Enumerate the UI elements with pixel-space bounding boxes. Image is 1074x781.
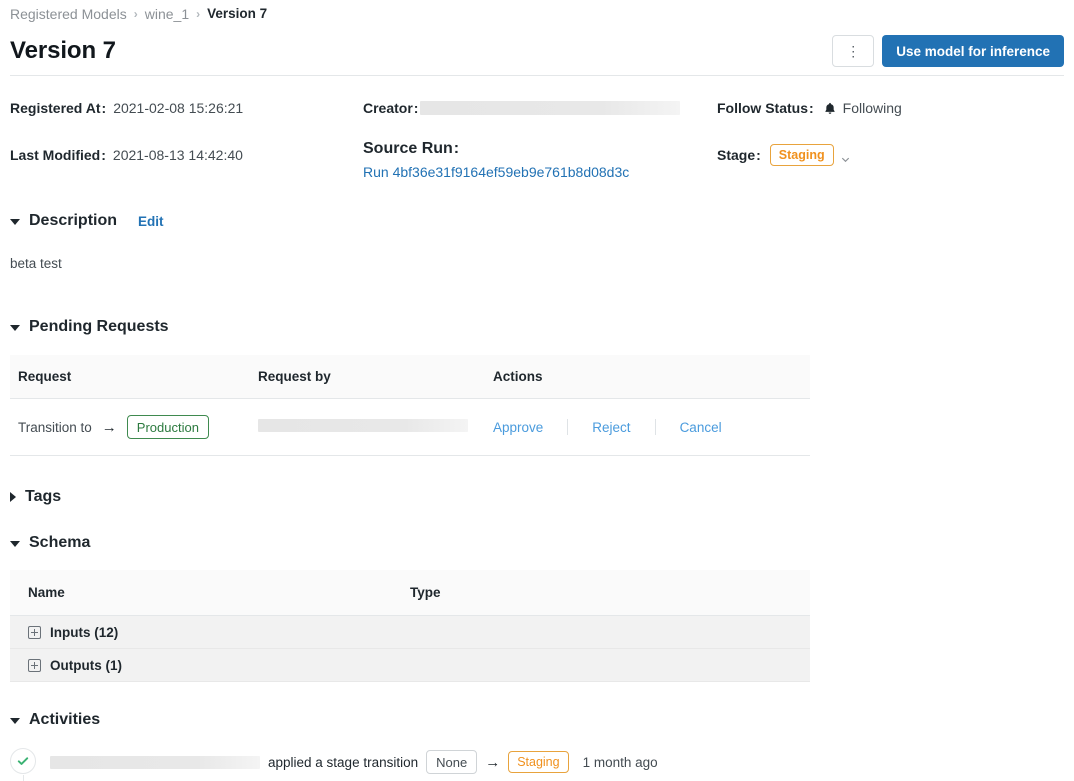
stage-field: Stage: Staging [717, 144, 1017, 166]
source-run-field: Source Run: Run 4bf36e31f9164ef59eb9e761… [363, 140, 717, 180]
column-header-request: Request [18, 369, 72, 384]
pending-requests-table: Request Request by Actions Transition to… [10, 355, 810, 456]
plus-box-icon[interactable] [28, 625, 41, 639]
schema-row-outputs[interactable]: Outputs (1) [10, 649, 810, 682]
section-title-tags: Tags [25, 488, 62, 505]
creator-value-redacted [420, 101, 681, 115]
activity-description: applied a stage transition None → Stagin… [50, 750, 658, 774]
approve-link[interactable]: Approve [493, 420, 543, 435]
cell-actions: Approve Reject Cancel [493, 419, 810, 435]
schema-row-inputs[interactable]: Inputs (12) [10, 616, 810, 649]
caret-down-icon[interactable] [10, 541, 20, 547]
stage-label: Stage: [717, 147, 761, 163]
activity-from-stage-badge: None [426, 750, 478, 774]
metadata-column-status: Follow Status: Following Stage: Staging [717, 98, 1017, 180]
last-modified-label: Last Modified: [10, 147, 106, 163]
activity-actor-redacted [50, 755, 260, 769]
edit-description-link[interactable]: Edit [138, 214, 164, 229]
header-divider [10, 75, 1064, 76]
registered-at-field: Registered At: 2021-02-08 15:26:21 [10, 98, 363, 118]
follow-status-value[interactable]: Following [823, 98, 902, 118]
breadcrumb-separator-icon: › [133, 7, 138, 21]
target-stage-badge-production: Production [126, 415, 209, 439]
check-circle-icon [10, 748, 36, 774]
source-run-link[interactable]: Run 4bf36e31f9164ef59eb9e761b8d08d3c [363, 164, 717, 180]
title-actions: ⋮ Use model for inference [832, 35, 1064, 67]
metadata-column-dates: Registered At: 2021-02-08 15:26:21 Last … [10, 98, 363, 180]
activity-to-stage-badge: Staging [508, 751, 569, 773]
column-header-name: Name [28, 585, 65, 600]
section-title-activities: Activities [29, 711, 101, 728]
caret-down-icon[interactable] [10, 325, 20, 331]
use-model-for-inference-button[interactable]: Use model for inference [882, 35, 1064, 67]
breadcrumb-item-wine-1[interactable]: wine_1 [145, 5, 189, 23]
description-body: beta test [10, 256, 62, 271]
cancel-link[interactable]: Cancel [680, 420, 722, 435]
schema-header-row: Name Type [10, 570, 810, 616]
creator-label: Creator: [363, 100, 419, 116]
caret-right-icon[interactable] [10, 492, 16, 502]
schema-table: Name Type Inputs (12) Outputs (1) [10, 570, 810, 682]
section-header-tags[interactable]: Tags [10, 488, 61, 506]
reject-link[interactable]: Reject [592, 420, 630, 435]
breadcrumb-item-registered-models[interactable]: Registered Models [10, 5, 127, 23]
registered-at-label: Registered At: [10, 100, 107, 116]
activity-status [10, 748, 38, 781]
schema-outputs-label: Outputs (1) [50, 657, 122, 673]
section-header-pending-requests[interactable]: Pending Requests [10, 318, 169, 336]
transition-label: Transition to [18, 419, 92, 435]
section-title-description: Description [29, 212, 118, 229]
last-modified-field: Last Modified: 2021-08-13 14:42:40 [10, 145, 363, 165]
metadata-column-source: Creator: Source Run: Run 4bf36e31f9164ef… [363, 98, 717, 180]
bell-icon [823, 101, 837, 116]
activity-entry: applied a stage transition None → Stagin… [10, 748, 1050, 781]
overflow-menu-button[interactable]: ⋮ [832, 35, 875, 67]
registered-at-value: 2021-02-08 15:26:21 [113, 100, 244, 116]
table-header-row: Request Request by Actions [10, 355, 810, 399]
cell-request: Transition to → Production [10, 415, 258, 439]
timeline-connector [23, 775, 24, 781]
stage-badge-staging[interactable]: Staging [769, 144, 834, 166]
model-version-page: Registered Models › wine_1 › Version 7 V… [0, 0, 1074, 781]
breadcrumb: Registered Models › wine_1 › Version 7 [10, 5, 267, 23]
table-row: Transition to → Production Approve Rejec… [10, 399, 810, 456]
last-modified-value: 2021-08-13 14:42:40 [112, 147, 243, 163]
activity-timestamp: 1 month ago [582, 754, 658, 770]
action-divider [654, 419, 656, 435]
follow-status-text: Following [842, 100, 902, 116]
activity-action-text: applied a stage transition [268, 754, 419, 770]
schema-name-cell: Outputs (1) [10, 658, 410, 673]
schema-name-cell: Inputs (12) [10, 625, 410, 640]
section-title-pending-requests: Pending Requests [29, 318, 169, 335]
request-by-redacted [258, 419, 468, 432]
section-header-schema[interactable]: Schema [10, 534, 90, 552]
follow-status-label: Follow Status: [717, 100, 814, 116]
action-divider [567, 419, 569, 435]
caret-down-icon[interactable] [10, 219, 20, 225]
schema-inputs-label: Inputs (12) [50, 624, 119, 640]
section-title-schema: Schema [29, 534, 91, 551]
section-header-description[interactable]: Description Edit [10, 212, 164, 230]
page-title: Version 7 [10, 37, 116, 64]
follow-status-field: Follow Status: Following [717, 98, 1017, 118]
caret-down-icon[interactable] [10, 718, 20, 724]
source-run-label: Source Run: [363, 140, 460, 157]
plus-box-icon[interactable] [28, 658, 41, 672]
column-header-request-by: Request by [258, 369, 331, 384]
metadata-section: Registered At: 2021-02-08 15:26:21 Last … [10, 98, 1064, 180]
chevron-down-icon[interactable] [840, 150, 851, 162]
kebab-menu-icon: ⋮ [846, 43, 861, 59]
cell-request-by [258, 419, 493, 435]
stage-selector[interactable]: Staging [769, 144, 851, 166]
column-header-type: Type [410, 585, 441, 600]
creator-field: Creator: [363, 98, 717, 118]
column-header-actions: Actions [493, 369, 543, 384]
arrow-right-icon: → [101, 418, 117, 436]
section-header-activities[interactable]: Activities [10, 711, 100, 729]
arrow-right-icon: → [485, 753, 501, 771]
breadcrumb-separator-icon: › [196, 7, 201, 21]
title-row: Version 7 ⋮ Use model for inference [10, 30, 1064, 72]
breadcrumb-item-version-7: Version 7 [207, 6, 268, 21]
